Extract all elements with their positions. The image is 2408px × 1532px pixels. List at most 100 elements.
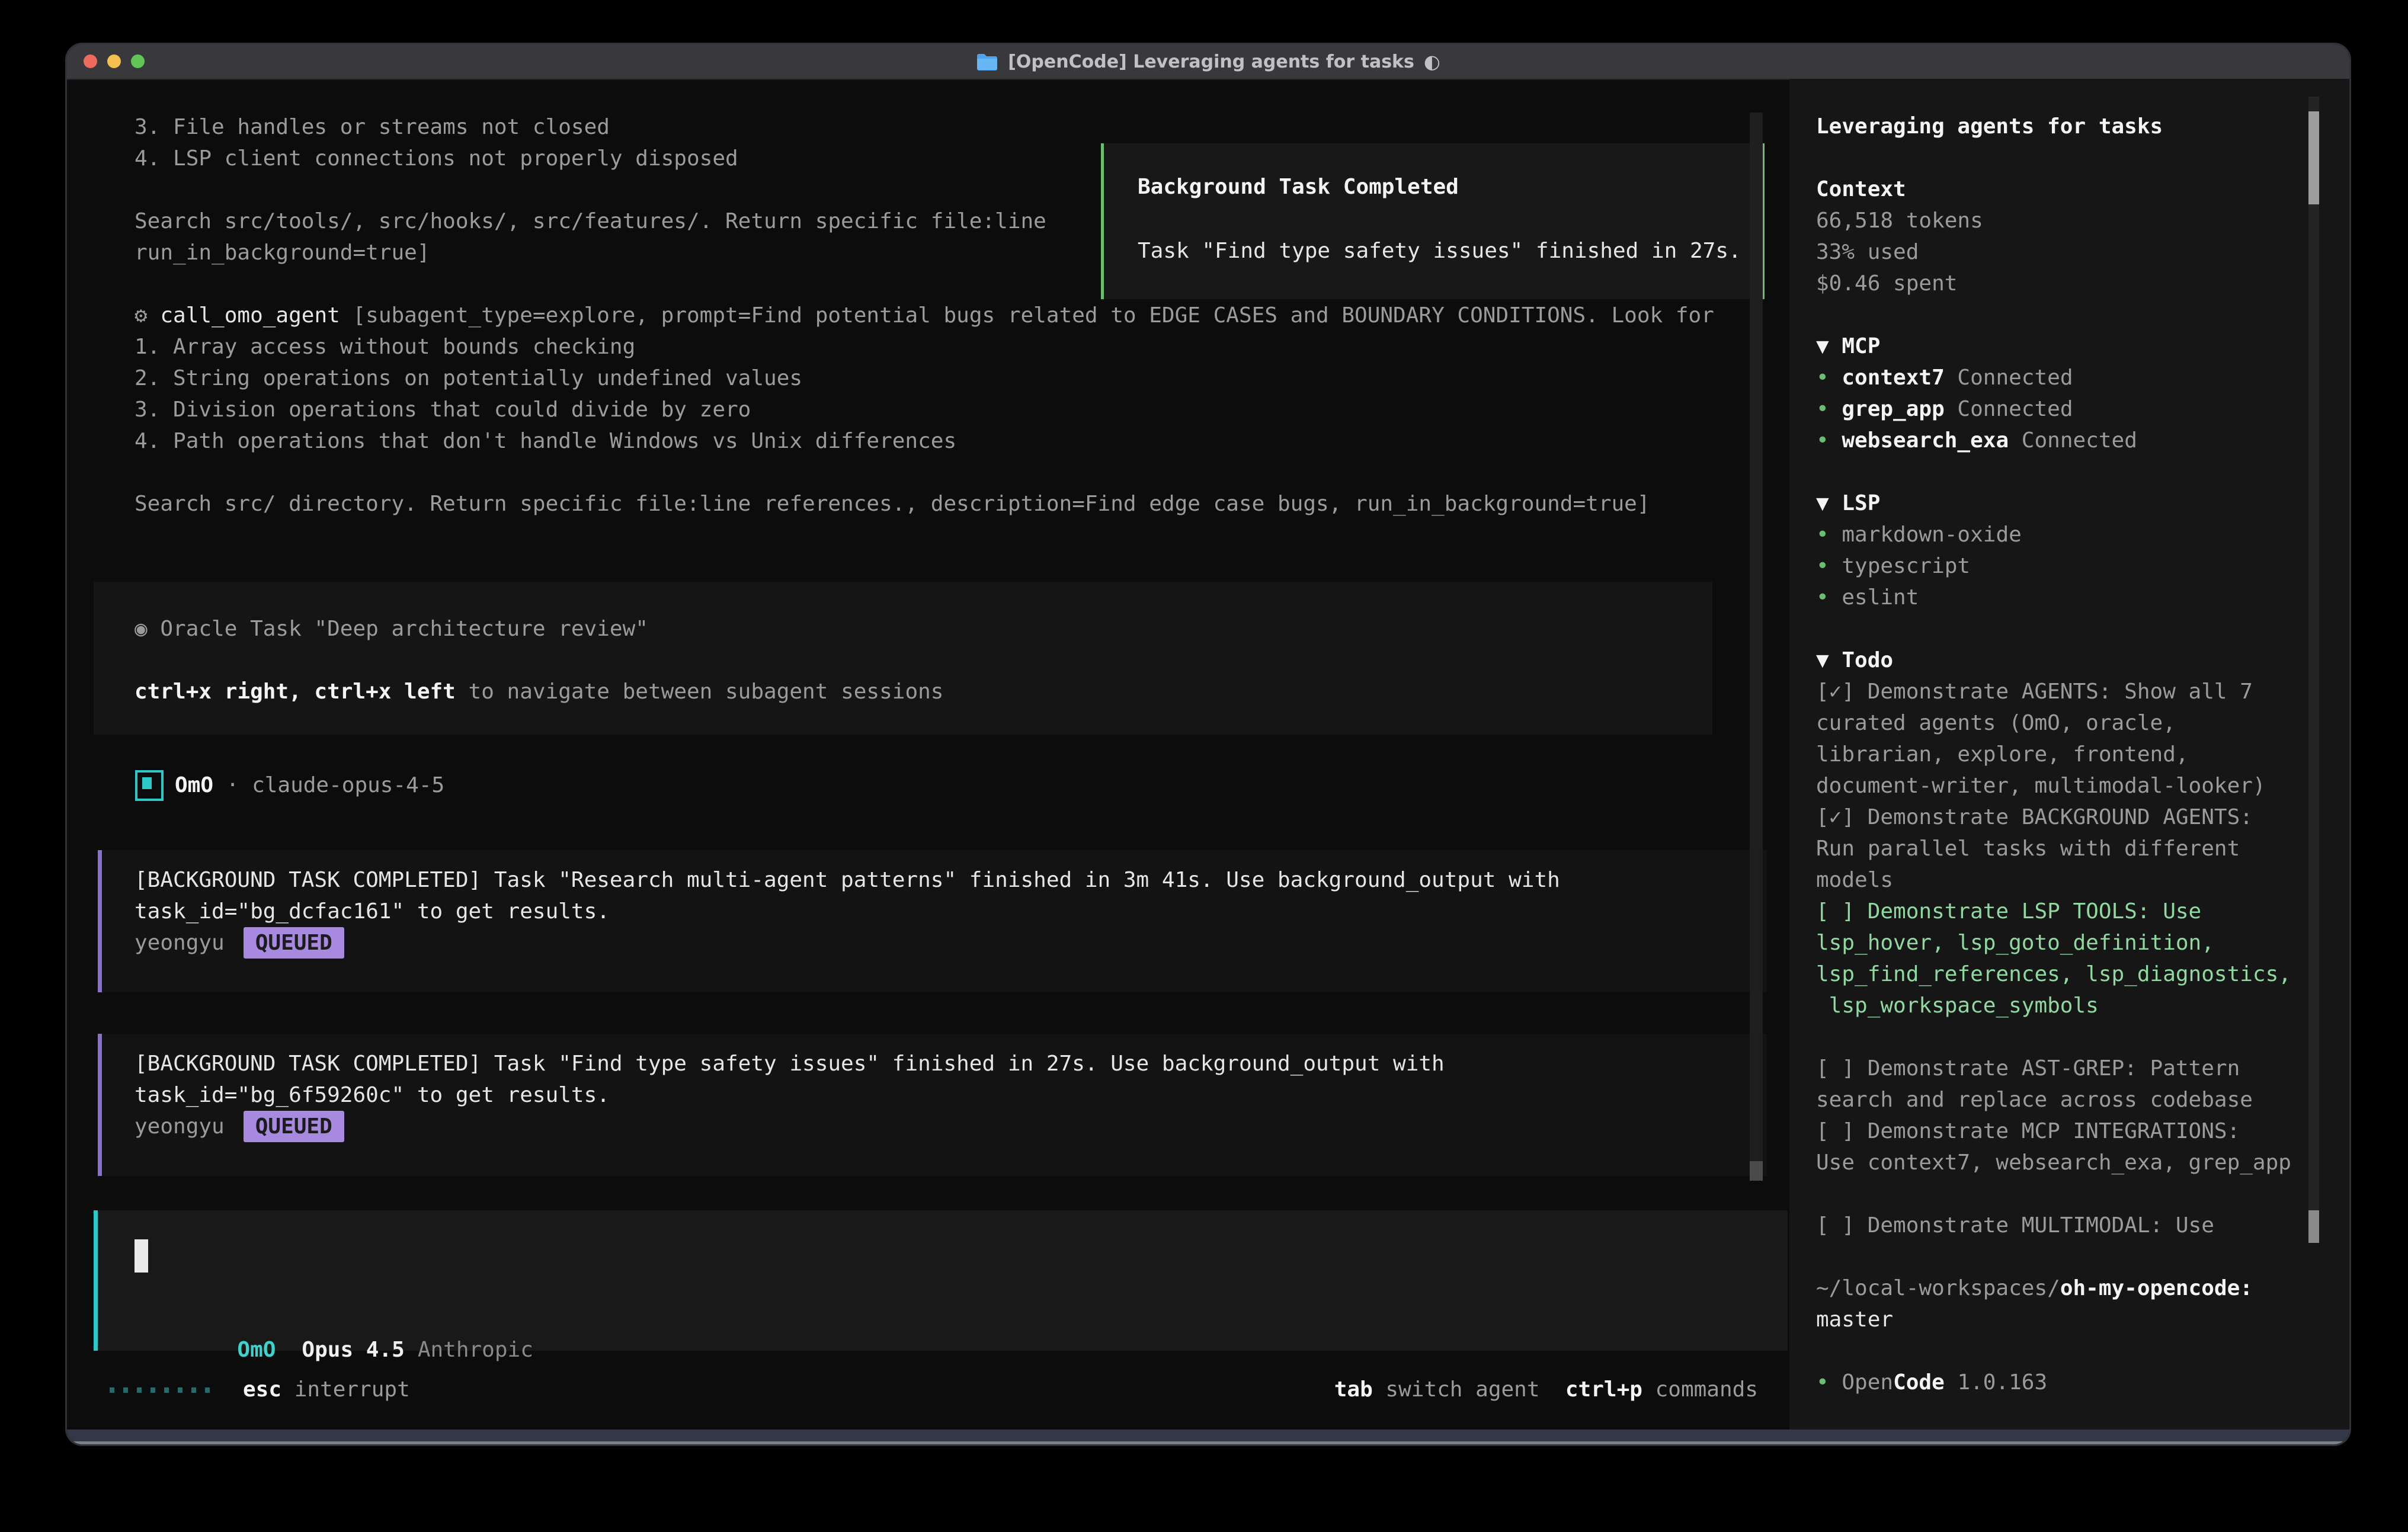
task-message-line: [BACKGROUND TASK COMPLETED] Task "Resear… bbox=[135, 864, 1560, 896]
task-message-meta: yeongyu QUEUED bbox=[135, 1111, 1445, 1142]
sidebar-line: lsp_workspace_symbols bbox=[1816, 990, 2296, 1021]
window-bottom-bar bbox=[67, 1430, 2349, 1441]
task-message-meta: yeongyu QUEUED bbox=[135, 927, 1560, 959]
queued-status-badge: QUEUED bbox=[244, 1111, 344, 1142]
chat-scrollbar-thumb[interactable] bbox=[1750, 1161, 1763, 1181]
keyboard-hints: tab switch agent ctrl+p commands bbox=[956, 1374, 1758, 1405]
working-dot bbox=[123, 1387, 128, 1393]
terminal-line bbox=[135, 457, 1758, 488]
window-title: [OpenCode] Leveraging agents for tasks bbox=[1008, 52, 1414, 72]
sidebar-line bbox=[1816, 1241, 2296, 1273]
sidebar-line: 33% used bbox=[1816, 236, 2296, 268]
sidebar-line bbox=[1816, 1021, 2296, 1053]
terminal-line: 4. Path operations that don't handle Win… bbox=[135, 425, 1758, 457]
username: yeongyu bbox=[135, 931, 225, 955]
sidebar-line: master bbox=[1816, 1304, 2296, 1335]
task-message-line: [BACKGROUND TASK COMPLETED] Task "Find t… bbox=[135, 1048, 1445, 1079]
username: yeongyu bbox=[135, 1114, 225, 1139]
window-title-area: [OpenCode] Leveraging agents for tasks ◐ bbox=[67, 44, 2349, 79]
sidebar-line bbox=[1816, 299, 2296, 331]
sidebar-line: ▼ MCP bbox=[1816, 331, 2296, 362]
background-task-toast: Background Task Completed Task "Find typ… bbox=[1101, 143, 1765, 299]
sidebar-line bbox=[1816, 1335, 2296, 1367]
sidebar-line: lsp_find_references, lsp_diagnostics, bbox=[1816, 959, 2296, 990]
sidebar-line: search and replace across codebase bbox=[1816, 1084, 2296, 1116]
ctrlp-key-label: ctrl+p bbox=[1565, 1377, 1642, 1402]
working-dot bbox=[137, 1387, 142, 1393]
window-titlebar: [OpenCode] Leveraging agents for tasks ◐ bbox=[67, 44, 2349, 80]
terminal-line: Search src/ directory. Return specific f… bbox=[135, 488, 1758, 520]
working-dot bbox=[110, 1387, 114, 1393]
working-indicator-dots bbox=[110, 1387, 210, 1393]
chat-scrollbar-track[interactable] bbox=[1750, 113, 1763, 1181]
sidebar-line: ~/local-workspaces/oh-my-opencode: bbox=[1816, 1273, 2296, 1304]
sidebar-scrollbar-track[interactable] bbox=[2308, 97, 2319, 1243]
oracle-line bbox=[135, 645, 943, 676]
interrupt-hint: esc interrupt bbox=[243, 1374, 410, 1405]
sidebar-line: • eslint bbox=[1816, 582, 2296, 613]
active-agent-name[interactable]: OmO bbox=[237, 1338, 276, 1362]
working-dot bbox=[205, 1387, 210, 1393]
terminal-pane: 3. File handles or streams not closed 4. … bbox=[67, 79, 1789, 1430]
toast-body: Task "Find type safety issues" finished … bbox=[1138, 235, 1741, 267]
sidebar-line: • websearch_exa Connected bbox=[1816, 425, 2296, 456]
window-bottom-edge bbox=[67, 1441, 2349, 1444]
agent-header-line: OmO · claude-opus-4-5 bbox=[175, 770, 444, 801]
working-dot bbox=[164, 1387, 169, 1393]
sidebar-line: Use context7, websearch_exa, grep_app bbox=[1816, 1147, 2296, 1178]
sidebar-line: ▼ LSP bbox=[1816, 488, 2296, 519]
todo-scrollbar-thumb[interactable] bbox=[2308, 1210, 2319, 1243]
hint-gap bbox=[1540, 1377, 1565, 1402]
sidebar-line bbox=[1816, 1178, 2296, 1210]
working-dot bbox=[178, 1387, 182, 1393]
sidebar-line bbox=[1816, 142, 2296, 174]
task-completed-message: [BACKGROUND TASK COMPLETED] Task "Resear… bbox=[98, 850, 1767, 992]
sidebar-line: [✓] Demonstrate AGENTS: Show all 7 bbox=[1816, 676, 2296, 707]
sidebar-line: • typescript bbox=[1816, 550, 2296, 582]
sidebar-line: [✓] Demonstrate BACKGROUND AGENTS: bbox=[1816, 802, 2296, 833]
active-model-name[interactable]: Opus 4.5 bbox=[302, 1338, 404, 1362]
sidebar-line: ▼ Todo bbox=[1816, 645, 2296, 676]
sidebar-line: • OpenCode 1.0.163 bbox=[1816, 1367, 2296, 1398]
working-dot bbox=[150, 1387, 155, 1393]
sidebar-line: Leveraging agents for tasks bbox=[1816, 111, 2296, 142]
terminal-line: 3. File handles or streams not closed bbox=[135, 111, 1758, 143]
text-cursor bbox=[135, 1239, 148, 1273]
tab-key-label: tab bbox=[1334, 1377, 1373, 1402]
sidebar-line: • markdown-oxide bbox=[1816, 519, 2296, 550]
queued-status-badge: QUEUED bbox=[244, 927, 344, 959]
sidebar-scrollbar-thumb[interactable] bbox=[2308, 111, 2319, 204]
sidebar-line: models bbox=[1816, 864, 2296, 896]
terminal-line: ⚙ call_omo_agent [subagent_type=explore,… bbox=[135, 300, 1758, 331]
oracle-line: ctrl+x right, ctrl+x left to navigate be… bbox=[135, 676, 943, 707]
terminal-line: 1. Array access without bounds checking bbox=[135, 331, 1758, 363]
model-provider: Anthropic bbox=[418, 1338, 533, 1362]
session-sidebar: Leveraging agents for tasks Context66,51… bbox=[1789, 79, 2349, 1430]
desktop: { "colors": { "accent_green": "#6abf6e",… bbox=[0, 0, 2408, 1532]
sidebar-line: 66,518 tokens bbox=[1816, 205, 2296, 236]
task-message-line: task_id="bg_dcfac161" to get results. bbox=[135, 896, 1560, 927]
sidebar-content: Leveraging agents for tasks Context66,51… bbox=[1816, 111, 2296, 1398]
sidebar-line: • grep_app Connected bbox=[1816, 393, 2296, 425]
sidebar-line: [ ] Demonstrate LSP TOOLS: Use bbox=[1816, 896, 2296, 927]
terminal-line: 3. Division operations that could divide… bbox=[135, 394, 1758, 425]
commands-label: commands bbox=[1642, 1377, 1758, 1402]
oracle-task-box: ◉ Oracle Task "Deep architecture review"… bbox=[94, 582, 1712, 735]
session-loading-icon: ◐ bbox=[1424, 50, 1440, 73]
sidebar-line: [ ] Demonstrate MCP INTEGRATIONS: bbox=[1816, 1116, 2296, 1147]
terminal-line: 2. String operations on potentially unde… bbox=[135, 363, 1758, 394]
prompt-input[interactable]: OmOOpus 4.5Anthropic bbox=[94, 1210, 1788, 1351]
esc-key-label: esc bbox=[243, 1377, 281, 1402]
sidebar-line: librarian, explore, frontend, bbox=[1816, 739, 2296, 770]
switch-agent-label: switch agent bbox=[1373, 1377, 1540, 1402]
task-completed-message: [BACKGROUND TASK COMPLETED] Task "Find t… bbox=[98, 1034, 1767, 1176]
folder-icon bbox=[976, 52, 998, 71]
sidebar-line: Run parallel tasks with different bbox=[1816, 833, 2296, 864]
sidebar-line bbox=[1816, 456, 2296, 488]
sidebar-line: lsp_hover, lsp_goto_definition, bbox=[1816, 927, 2296, 959]
sidebar-line: [ ] Demonstrate AST-GREP: Pattern bbox=[1816, 1053, 2296, 1084]
interrupt-label: interrupt bbox=[281, 1377, 410, 1402]
sidebar-line bbox=[1816, 613, 2296, 645]
sidebar-line: Context bbox=[1816, 174, 2296, 205]
agent-square-icon bbox=[135, 770, 164, 801]
